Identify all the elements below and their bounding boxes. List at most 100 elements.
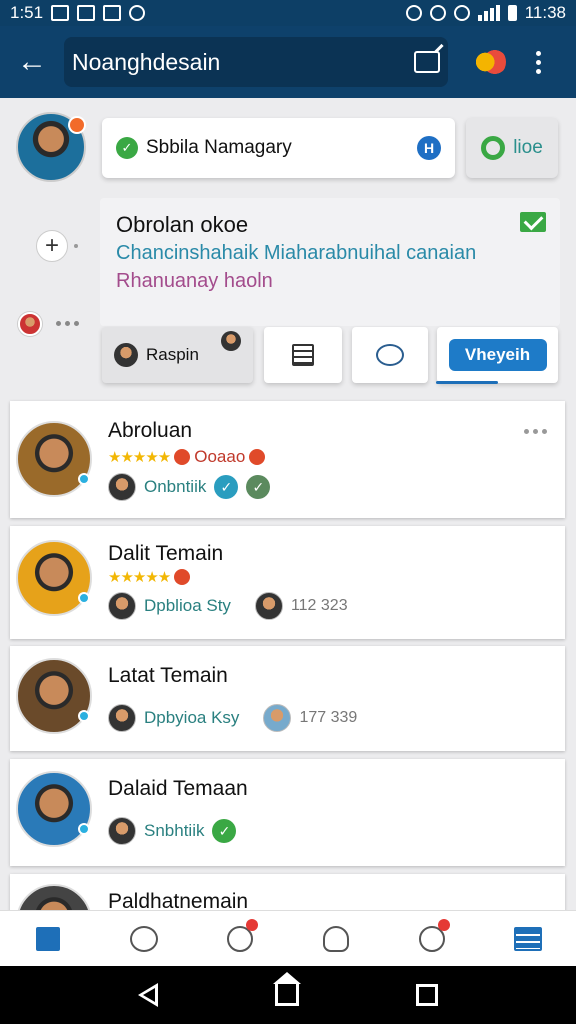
- friend-meta-row: Dpbyioa Ksy 177 339: [108, 704, 357, 732]
- overflow-menu-button[interactable]: [536, 50, 541, 74]
- friend-meta-row: Onbntiik ✓ ✓: [108, 473, 271, 501]
- friend-meta-text: Snbhtiik: [144, 821, 205, 840]
- friend-name: Latat Temain: [108, 664, 228, 687]
- friend-card[interactable]: Dalit Temain ★★★★★ Dpblioa Sty 112 323: [10, 526, 565, 639]
- verified-icon: ✓: [212, 819, 237, 843]
- drop-icon: [129, 5, 146, 21]
- card-more-button[interactable]: [524, 429, 547, 434]
- like-button[interactable]: lioe: [466, 118, 558, 178]
- check-icon: ✓: [116, 137, 138, 159]
- rating-row: ★★★★★ Ooaao: [108, 447, 266, 467]
- friends-icon: [323, 925, 349, 952]
- h-badge-icon: H: [417, 136, 441, 160]
- status-time: 1:51: [10, 3, 44, 22]
- status-bar: 1:51 11:38: [0, 0, 576, 26]
- online-status-icon: [78, 710, 90, 722]
- friend-avatar[interactable]: [16, 540, 92, 616]
- reply-avatar: [114, 343, 138, 367]
- mutual-avatar[interactable]: [108, 704, 136, 732]
- circle-icon: [481, 136, 506, 160]
- notification-badge: [246, 919, 258, 931]
- document-button[interactable]: [264, 327, 342, 383]
- medal-icon: [174, 569, 191, 585]
- mutual-avatar[interactable]: [108, 473, 136, 501]
- system-recents-button[interactable]: [415, 984, 438, 1006]
- primary-action-label: Vheyeih: [448, 339, 547, 371]
- rating-row: ★★★★★: [108, 568, 191, 586]
- mutual-avatar[interactable]: [263, 704, 292, 732]
- active-underline: [436, 381, 498, 384]
- check-circle-icon: ✓: [246, 475, 271, 499]
- battery-icon: [507, 5, 517, 21]
- notification-icon: [51, 5, 70, 21]
- menu-grid-icon: [514, 926, 542, 951]
- mail-check-icon[interactable]: [520, 212, 546, 232]
- medal-icon: [249, 449, 266, 465]
- friend-name: Abroluan: [108, 419, 193, 442]
- system-home-button[interactable]: [272, 972, 301, 1006]
- add-button[interactable]: +: [36, 230, 68, 262]
- app-bar: ← Noanghdesain: [0, 26, 576, 98]
- nav-menu[interactable]: [480, 911, 576, 966]
- mini-avatar[interactable]: [18, 312, 42, 336]
- chat-icon: [130, 925, 158, 952]
- friend-avatar[interactable]: [16, 658, 92, 734]
- alarm-icon: [429, 5, 446, 21]
- mail-icon: [77, 5, 96, 21]
- friend-avatar[interactable]: [16, 421, 92, 497]
- friend-avatar[interactable]: [16, 771, 92, 847]
- nav-messages[interactable]: [96, 911, 192, 966]
- mutual-avatar[interactable]: [254, 592, 283, 620]
- nav-home[interactable]: [0, 911, 96, 966]
- post-title: Obrolan okoe: [116, 212, 249, 237]
- mutual-avatar[interactable]: [108, 817, 136, 845]
- indicator-dot: [74, 244, 78, 248]
- chat-button[interactable]: [352, 327, 428, 383]
- friend-meta-row: Dpblioa Sty 112 323: [108, 592, 348, 620]
- medal-icon: [174, 449, 191, 465]
- profile-name-chip[interactable]: ✓ Sbbila Namagary H: [102, 118, 455, 178]
- edit-icon[interactable]: [414, 51, 440, 73]
- nav-search[interactable]: [192, 911, 288, 966]
- post-body-line-1: Chancinshahaik Miaharabnuihal canaian: [116, 242, 477, 264]
- reply-avatar-small: [221, 331, 241, 351]
- reply-button[interactable]: Raspin: [102, 327, 253, 383]
- friend-name: Dalit Temain: [108, 542, 224, 565]
- notification-badge: [438, 919, 450, 931]
- plus-icon: +: [44, 232, 59, 259]
- back-button[interactable]: ←: [0, 26, 64, 98]
- notification-dot: [68, 116, 86, 134]
- page-title: Noanghdesain: [72, 48, 221, 75]
- friend-card[interactable]: Latat Temain Dpbyioa Ksy 177 339: [10, 646, 565, 751]
- reply-label: Raspin: [146, 345, 199, 364]
- more-options-button[interactable]: [56, 321, 79, 326]
- post-body-line-2: Rhanuanay haoln: [116, 270, 273, 292]
- app-icon: [103, 5, 122, 21]
- system-back-button[interactable]: [138, 983, 159, 1007]
- home-icon: [36, 926, 60, 951]
- system-navigation: [0, 966, 576, 1024]
- status-clock: 11:38: [524, 3, 566, 22]
- nav-friends[interactable]: [288, 911, 384, 966]
- mutual-avatar[interactable]: [108, 592, 136, 620]
- friend-card[interactable]: Abroluan ★★★★★ Ooaao Onbntiik ✓ ✓: [10, 401, 565, 518]
- friend-meta-text: Dpbyioa Ksy: [144, 708, 240, 727]
- primary-action-button[interactable]: Vheyeih: [437, 327, 558, 383]
- profile-avatar[interactable]: [16, 112, 86, 182]
- arrow-left-icon: ←: [17, 45, 47, 78]
- dnd-icon: [405, 5, 422, 21]
- online-status-icon: [78, 823, 90, 835]
- friend-meta-text: Dpblioa Sty: [144, 596, 231, 615]
- online-status-icon: [78, 592, 90, 604]
- nav-notifications[interactable]: [384, 911, 480, 966]
- title-field[interactable]: Noanghdesain: [64, 37, 448, 87]
- friend-card[interactable]: Dalaid Temaan Snbhtiik ✓: [10, 759, 565, 866]
- stars: ★★★★★: [108, 449, 171, 466]
- like-label: lioe: [513, 137, 543, 158]
- rating-text: Ooaao: [194, 447, 246, 466]
- post-card[interactable]: Obrolan okoe Chancinshahaik Miaharabnuih…: [100, 198, 560, 326]
- friend-meta-text: Onbntiik: [144, 477, 207, 496]
- wifi-icon: [453, 5, 470, 21]
- signal-icon: [477, 5, 500, 21]
- brand-icon[interactable]: [474, 46, 506, 78]
